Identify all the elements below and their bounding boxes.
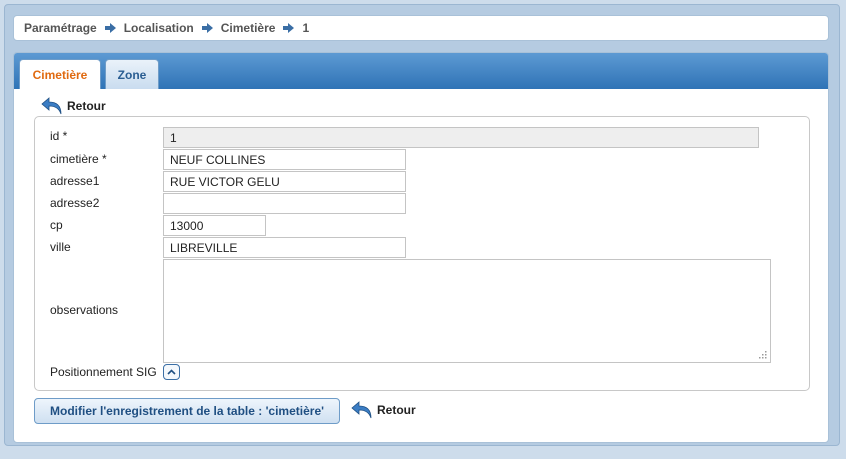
back-arrow-icon [351,401,372,419]
breadcrumb-item-localisation[interactable]: Localisation [124,21,194,35]
retour-link-bottom[interactable]: Retour [350,400,416,420]
tab-cimetiere[interactable]: Cimetière [19,59,101,89]
retour-label: Retour [67,99,106,113]
back-arrow-icon [41,97,62,115]
resize-grip-icon[interactable] [757,349,767,359]
breadcrumb-item-cimetiere[interactable]: Cimetière [221,21,276,35]
adresse1-field[interactable] [163,171,406,192]
sig-toggle-button[interactable] [163,364,180,380]
observations-wrapper [163,259,771,363]
breadcrumb-item-parametrage[interactable]: Paramétrage [24,21,97,35]
main-panel: Cimetière Zone Retour id * cimetière * a… [13,52,829,443]
breadcrumb-item-current: 1 [302,21,310,35]
adresse2-field[interactable] [163,193,406,214]
arrow-right-icon [201,23,213,33]
adresse1-label: adresse1 [50,174,100,188]
retour-link-top[interactable]: Retour [40,96,106,116]
adresse2-label: adresse2 [50,196,100,210]
modify-record-button[interactable]: Modifier l'enregistrement de la table : … [34,398,340,424]
cp-label: cp [50,218,63,232]
cimetiere-field[interactable] [163,149,406,170]
observations-label: observations [50,303,119,317]
cimetiere-label: cimetière * [50,152,107,166]
form-fieldset: id * cimetière * adresse1 adresse2 cp vi… [34,116,810,391]
cp-field[interactable] [163,215,266,236]
id-field[interactable] [163,127,759,148]
arrow-right-icon [283,23,295,33]
observations-textarea[interactable] [163,259,771,363]
ville-field[interactable] [163,237,406,258]
id-label: id * [50,129,68,143]
chevron-up-icon [167,369,176,375]
breadcrumb: Paramétrage Localisation Cimetière 1 [13,15,829,41]
sig-label: Positionnement SIG [50,365,157,379]
arrow-right-icon [104,23,116,33]
ville-label: ville [50,240,71,254]
retour-label: Retour [377,403,416,417]
tab-bar: Cimetière Zone [14,53,828,89]
tab-zone[interactable]: Zone [105,59,159,89]
